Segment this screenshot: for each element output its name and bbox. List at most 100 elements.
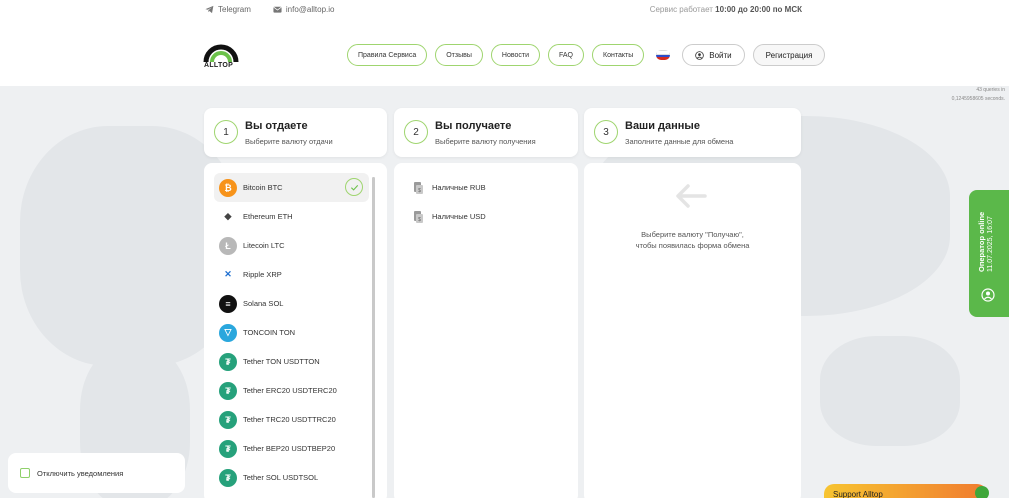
currency-label: TONCOIN TON (243, 328, 296, 337)
mail-icon (273, 6, 282, 13)
exchange-form-hint: Выберите валюту "Получаю", чтобы появила… (584, 229, 801, 251)
register-button[interactable]: Регистрация (752, 44, 826, 66)
currency-item[interactable]: Ł Litecoin LTC (214, 231, 369, 260)
currency-label: Solana SOL (243, 299, 284, 308)
ripple-icon: ✕ (219, 265, 237, 284)
nav-reviews[interactable]: Отзывы (435, 44, 483, 66)
login-label: Войти (709, 50, 732, 60)
telegram-link[interactable]: Telegram (205, 5, 251, 14)
currency-item[interactable]: ₿ Bitcoin BTC (214, 173, 369, 202)
ethereum-icon: ◆ (219, 207, 237, 226)
support-chat-button[interactable]: Support Alltop (824, 484, 989, 498)
currency-item[interactable]: ≡ Solana SOL (214, 289, 369, 318)
operator-text: Оператор online 11.07.2025, 16:07 (977, 212, 995, 272)
email-label: info@alltop.io (285, 5, 335, 14)
query-count: 43 queries in (976, 87, 1005, 93)
step-number: 1 (214, 120, 238, 144)
tether-icon: ₮ (219, 439, 237, 458)
currency-item[interactable]: ₮ Tether BEP20 USDTBEP20 (214, 434, 369, 463)
cash-icon: $ (414, 210, 423, 223)
solana-icon: ≡ (219, 294, 237, 313)
step-title: Вы получаете (435, 120, 512, 132)
operator-chat-icon (981, 288, 995, 302)
header: Telegram info@alltop.io Сервис работает … (0, 0, 1009, 86)
currency-label: Ethereum ETH (243, 212, 293, 221)
currency-label: Tether TON USDTTON (243, 357, 320, 366)
currency-label: Наличные USD (432, 212, 486, 221)
currency-label: Наличные RUB (432, 183, 486, 192)
currency-item[interactable]: ₮ Tether TON USDTTON (214, 347, 369, 376)
schedule-prefix: Сервис работает (649, 5, 713, 14)
support-status-icon (975, 486, 989, 498)
step-get-header: 2 Вы получаете Выберите валюту получения (394, 108, 578, 157)
schedule-hours: 10:00 до 20:00 по МСК (715, 5, 802, 14)
currency-label: Tether BEP20 USDTBEP20 (243, 444, 336, 453)
hint-line: чтобы появилась форма обмена (635, 241, 750, 250)
telegram-icon (205, 5, 214, 14)
query-time: 0,1245958605 seconds. (951, 96, 1005, 102)
language-flag-icon[interactable] (656, 50, 671, 60)
step-subtitle: Выберите валюту отдачи (245, 137, 333, 146)
schedule-text: Сервис работает 10:00 до 20:00 по МСК (650, 5, 802, 14)
support-label: Support Alltop (833, 490, 883, 498)
svg-text:$: $ (418, 188, 421, 194)
give-currency-list: ₿ Bitcoin BTC ◆ Ethereum ETH Ł Litecoin LTC ✕ R… (214, 173, 369, 492)
check-icon (345, 178, 363, 196)
currency-label: Tether ERC20 USDTERC20 (243, 386, 337, 395)
bitcoin-icon: ₿ (219, 178, 237, 197)
user-icon (695, 50, 705, 60)
notifications-label: Отключить уведомления (37, 468, 124, 478)
email-link[interactable]: info@alltop.io (273, 5, 335, 14)
hint-line: Выберите валюту "Получаю", (641, 230, 744, 239)
top-links: Telegram info@alltop.io (205, 5, 335, 14)
logo-text: ALLTOP (204, 62, 234, 69)
step-subtitle: Заполните данные для обмена (625, 137, 734, 146)
get-currency-list: $ Наличные RUB $ Наличные USD (412, 173, 572, 231)
currency-label: Tether TRC20 USDTTRC20 (243, 415, 336, 424)
nav-rules[interactable]: Правила Сервиса (347, 44, 428, 66)
step-details-header: 3 Ваши данные Заполните данные для обмен… (584, 108, 801, 157)
currency-item[interactable]: ₮ Tether SOL USDTSOL (214, 463, 369, 492)
exchange-details-panel: Выберите валюту "Получаю", чтобы появила… (584, 163, 801, 498)
litecoin-icon: Ł (219, 236, 237, 255)
nav-contacts[interactable]: Контакты (592, 44, 645, 66)
nav-faq[interactable]: FAQ (548, 44, 585, 66)
currency-item-cash-usd[interactable]: $ Наличные USD (412, 202, 572, 231)
tether-icon: ₮ (219, 352, 237, 371)
give-list-scrollbar[interactable] (372, 177, 375, 498)
notifications-toggle[interactable]: Отключить уведомления (8, 453, 185, 493)
nav-news[interactable]: Новости (490, 44, 540, 66)
scrollbar-thumb[interactable] (372, 177, 375, 498)
operator-time: 11.07.2025, 16:07 (987, 216, 994, 272)
currency-label: Tether SOL USDTSOL (243, 473, 319, 482)
tether-icon: ₮ (219, 468, 237, 487)
currency-label: Bitcoin BTC (243, 183, 283, 192)
get-currency-panel: $ Наличные RUB $ Наличные USD (394, 163, 578, 498)
step-title: Вы отдаете (245, 120, 308, 132)
currency-item[interactable]: ✕ Ripple XRP (214, 260, 369, 289)
tether-icon: ₮ (219, 410, 237, 429)
give-currency-panel: ₿ Bitcoin BTC ◆ Ethereum ETH Ł Litecoin LTC ✕ R… (204, 163, 387, 498)
cash-icon: $ (414, 181, 423, 194)
telegram-label: Telegram (218, 5, 251, 14)
step-number: 2 (404, 120, 428, 144)
currency-item[interactable]: ◆ Ethereum ETH (214, 202, 369, 231)
login-button[interactable]: Войти (682, 44, 745, 66)
currency-item[interactable]: ▽ TONCOIN TON (214, 318, 369, 347)
currency-item[interactable]: ₮ Tether ERC20 USDTERC20 (214, 376, 369, 405)
query-stats: 43 queries in 0,1245958605 seconds. (952, 86, 1005, 104)
currency-label: Litecoin LTC (243, 241, 285, 250)
step-number: 3 (594, 120, 618, 144)
currency-item-cash-rub[interactable]: $ Наличные RUB (412, 173, 572, 202)
notifications-checkbox[interactable] (20, 468, 30, 478)
tether-icon: ₮ (219, 381, 237, 400)
operator-online-widget[interactable]: Оператор online 11.07.2025, 16:07 (969, 190, 1009, 317)
main-nav: Правила Сервиса Отзывы Новости FAQ Конта… (347, 44, 826, 66)
step-subtitle: Выберите валюту получения (435, 137, 536, 146)
arrow-left-icon (676, 184, 707, 208)
step-give-header: 1 Вы отдаете Выберите валюту отдачи (204, 108, 387, 157)
operator-status: Оператор online (977, 211, 986, 272)
svg-text:$: $ (418, 217, 421, 223)
toncoin-icon: ▽ (219, 323, 237, 342)
currency-item[interactable]: ₮ Tether TRC20 USDTTRC20 (214, 405, 369, 434)
